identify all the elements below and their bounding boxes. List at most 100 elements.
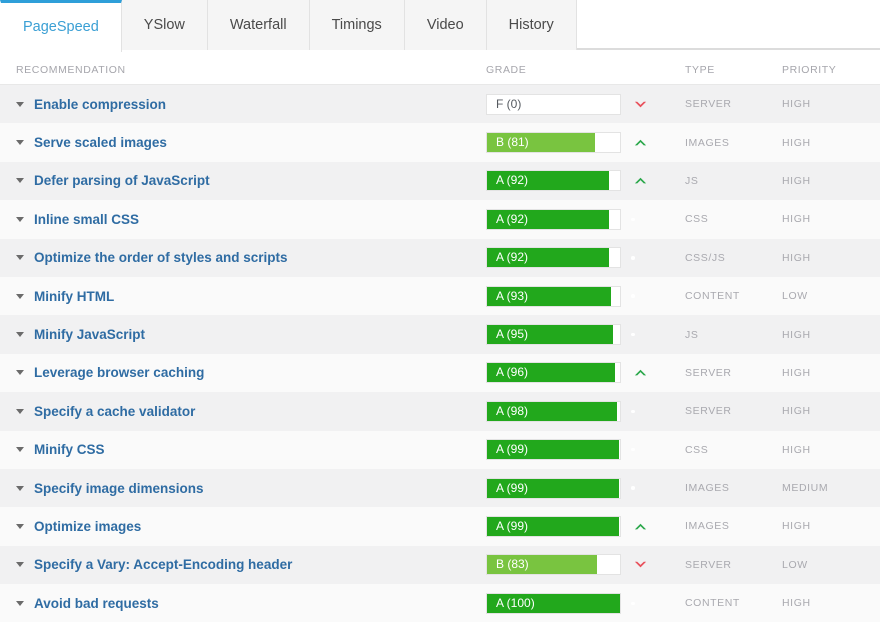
cell-recommendation: Minify CSS: [0, 442, 486, 457]
column-header-recommendation: RECOMMENDATION: [0, 64, 486, 76]
caret-down-icon[interactable]: [16, 486, 24, 491]
cell-priority: MEDIUM: [782, 482, 880, 494]
caret-down-icon[interactable]: [16, 524, 24, 529]
cell-priority: HIGH: [782, 98, 880, 110]
table-row[interactable]: Optimize the order of styles and scripts…: [0, 239, 880, 277]
tab-label: PageSpeed: [23, 19, 99, 35]
cell-recommendation: Specify a cache validator: [0, 404, 486, 419]
recommendation-link[interactable]: Optimize the order of styles and scripts: [34, 250, 288, 265]
cell-type: IMAGES: [685, 482, 782, 494]
cell-type: JS: [685, 329, 782, 341]
cell-type: IMAGES: [685, 520, 782, 532]
cell-grade: B (81): [486, 132, 625, 153]
cell-type: CONTENT: [685, 597, 782, 609]
caret-down-icon[interactable]: [16, 140, 24, 145]
cell-priority: HIGH: [782, 444, 880, 456]
cell-grade: A (92): [486, 170, 625, 191]
cell-trend: [625, 519, 685, 534]
cell-recommendation: Optimize the order of styles and scripts: [0, 250, 486, 265]
recommendation-link[interactable]: Leverage browser caching: [34, 365, 204, 380]
cell-grade: A (99): [486, 439, 625, 460]
tab-video[interactable]: Video: [405, 0, 487, 50]
grade-label: A (100): [487, 594, 620, 613]
caret-down-icon[interactable]: [16, 332, 24, 337]
grade-bar: A (95): [486, 324, 621, 345]
recommendation-link[interactable]: Avoid bad requests: [34, 596, 159, 611]
table-row[interactable]: Minify JavaScriptA (95)JSHIGH: [0, 315, 880, 353]
cell-type: CSS: [685, 213, 782, 225]
table-row[interactable]: Minify CSSA (99)CSSHIGH: [0, 431, 880, 469]
grade-bar: A (92): [486, 247, 621, 268]
cell-recommendation: Leverage browser caching: [0, 365, 486, 380]
grade-bar: A (99): [486, 478, 621, 499]
cell-priority: HIGH: [782, 175, 880, 187]
table-row[interactable]: Specify a Vary: Accept-Encoding header B …: [0, 546, 880, 584]
cell-type: CONTENT: [685, 290, 782, 302]
cell-grade: A (100): [486, 593, 625, 614]
recommendation-link[interactable]: Inline small CSS: [34, 212, 139, 227]
cell-type: SERVER: [685, 367, 782, 379]
grade-label: A (92): [487, 210, 620, 229]
recommendation-link[interactable]: Specify a Vary: Accept-Encoding header: [34, 557, 292, 572]
recommendation-link[interactable]: Optimize images: [34, 519, 141, 534]
caret-down-icon[interactable]: [16, 447, 24, 452]
caret-down-icon[interactable]: [16, 562, 24, 567]
cell-recommendation: Specify a Vary: Accept-Encoding header: [0, 557, 486, 572]
table-row[interactable]: Enable compressionF (0)SERVERHIGH: [0, 85, 880, 123]
caret-down-icon[interactable]: [16, 601, 24, 606]
recommendation-link[interactable]: Specify a cache validator: [34, 404, 195, 419]
tab-yslow[interactable]: YSlow: [122, 0, 208, 50]
table-row[interactable]: Inline small CSSA (92)CSSHIGH: [0, 200, 880, 238]
tab-bar: PageSpeed YSlowWaterfallTimingsVideoHisto…: [0, 0, 880, 50]
column-header-type: TYPE: [685, 64, 782, 76]
caret-down-icon[interactable]: [16, 178, 24, 183]
recommendation-link[interactable]: Minify JavaScript: [34, 327, 145, 342]
grade-label: A (99): [487, 440, 620, 459]
cell-type: CSS/JS: [685, 252, 782, 264]
cell-trend: [625, 173, 685, 188]
recommendation-link[interactable]: Minify CSS: [34, 442, 105, 457]
table-row[interactable]: Leverage browser cachingA (96)SERVERHIGH: [0, 354, 880, 392]
cell-priority: LOW: [782, 559, 880, 571]
grade-bar: A (100): [486, 593, 621, 614]
table-row[interactable]: Defer parsing of JavaScriptA (92)JSHIGH: [0, 162, 880, 200]
trend-up-icon: [633, 173, 648, 188]
caret-down-icon[interactable]: [16, 102, 24, 107]
grade-label: B (83): [487, 555, 620, 574]
caret-down-icon[interactable]: [16, 409, 24, 414]
cell-recommendation: Defer parsing of JavaScript: [0, 173, 486, 188]
recommendation-link[interactable]: Enable compression: [34, 97, 166, 112]
table-row[interactable]: Avoid bad requestsA (100)CONTENTHIGH: [0, 584, 880, 622]
table-row[interactable]: Optimize imagesA (99)IMAGESHIGH: [0, 507, 880, 545]
cell-grade: A (98): [486, 401, 625, 422]
caret-down-icon[interactable]: [16, 294, 24, 299]
cell-recommendation: Inline small CSS: [0, 212, 486, 227]
recommendation-link[interactable]: Minify HTML: [34, 289, 114, 304]
table-row[interactable]: Specify a cache validatorA (98)SERVERHIG…: [0, 392, 880, 430]
grade-bar: A (93): [486, 286, 621, 307]
tab-waterfall[interactable]: Waterfall: [208, 0, 310, 50]
recommendation-link[interactable]: Defer parsing of JavaScript: [34, 173, 210, 188]
cell-priority: HIGH: [782, 137, 880, 149]
cell-trend: [625, 557, 685, 572]
cell-grade: A (92): [486, 247, 625, 268]
caret-down-icon[interactable]: [16, 217, 24, 222]
grade-bar: A (92): [486, 209, 621, 230]
tab-timings[interactable]: Timings: [310, 0, 405, 50]
caret-down-icon[interactable]: [16, 255, 24, 260]
grade-bar: B (81): [486, 132, 621, 153]
recommendation-link[interactable]: Specify image dimensions: [34, 481, 204, 496]
cell-priority: LOW: [782, 290, 880, 302]
table-row[interactable]: Specify image dimensions A (99) IMAGESMEDI…: [0, 469, 880, 507]
table-row[interactable]: Minify HTML A (93) CONTENTLOW: [0, 277, 880, 315]
caret-down-icon[interactable]: [16, 370, 24, 375]
grade-label: A (96): [487, 363, 620, 382]
recommendation-link[interactable]: Serve scaled images: [34, 135, 167, 150]
trend-down-icon: [633, 557, 648, 572]
table-row[interactable]: Serve scaled imagesB (81)IMAGESHIGH: [0, 123, 880, 161]
tab-history[interactable]: History: [487, 0, 577, 50]
tab-pagespeed[interactable]: PageSpeed: [0, 0, 122, 52]
cell-grade: A (93): [486, 286, 625, 307]
grade-label: A (99): [487, 479, 620, 498]
cell-trend: [625, 365, 685, 380]
